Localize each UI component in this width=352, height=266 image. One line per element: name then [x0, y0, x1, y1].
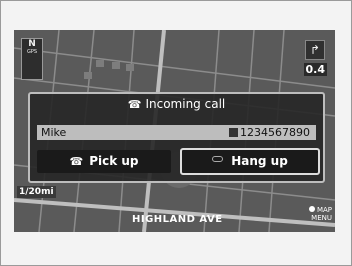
next-turn-distance: 0.4	[303, 63, 327, 76]
compass-indicator[interactable]: N GPS	[21, 38, 43, 80]
map-menu-label-2: MENU	[311, 214, 332, 222]
dialog-title-text: Incoming call	[145, 97, 226, 111]
hang-up-icon	[212, 156, 224, 162]
hang-up-button[interactable]: Hang up	[180, 148, 320, 175]
map-menu-label-1: MAP	[316, 206, 332, 214]
caller-number-group: 1234567890	[229, 125, 310, 140]
caller-number: 1234567890	[240, 126, 310, 139]
pick-up-button[interactable]: ☎ Pick up	[37, 150, 171, 173]
compass-north-label: N	[28, 39, 36, 49]
turn-right-icon: ↱	[305, 40, 325, 60]
map-scale[interactable]: 1/20mi	[17, 186, 56, 198]
navigation-screen: N GPS ↱ 0.4 1/20mi HIGHLAND AVE MAP MENU…	[14, 30, 335, 232]
screen-frame: N GPS ↱ 0.4 1/20mi HIGHLAND AVE MAP MENU…	[0, 0, 352, 266]
caller-name: Mike	[41, 126, 67, 139]
pick-up-label: Pick up	[89, 154, 139, 168]
contact-card-icon	[229, 128, 238, 137]
compass-mode-label: GPS	[26, 49, 38, 55]
knob-icon	[308, 206, 315, 212]
phone-icon: ☎	[127, 98, 142, 111]
caller-info-bar: Mike 1234567890	[37, 125, 316, 140]
dialog-title: ☎ Incoming call	[30, 97, 323, 111]
map-menu-button[interactable]: MAP MENU	[308, 206, 332, 222]
hang-up-label: Hang up	[231, 154, 288, 168]
street-name: HIGHLAND AVE	[132, 214, 223, 225]
incoming-call-dialog: ☎ Incoming call Mike 1234567890 ☎ Pick up …	[28, 92, 325, 183]
phone-icon: ☎	[69, 155, 84, 168]
